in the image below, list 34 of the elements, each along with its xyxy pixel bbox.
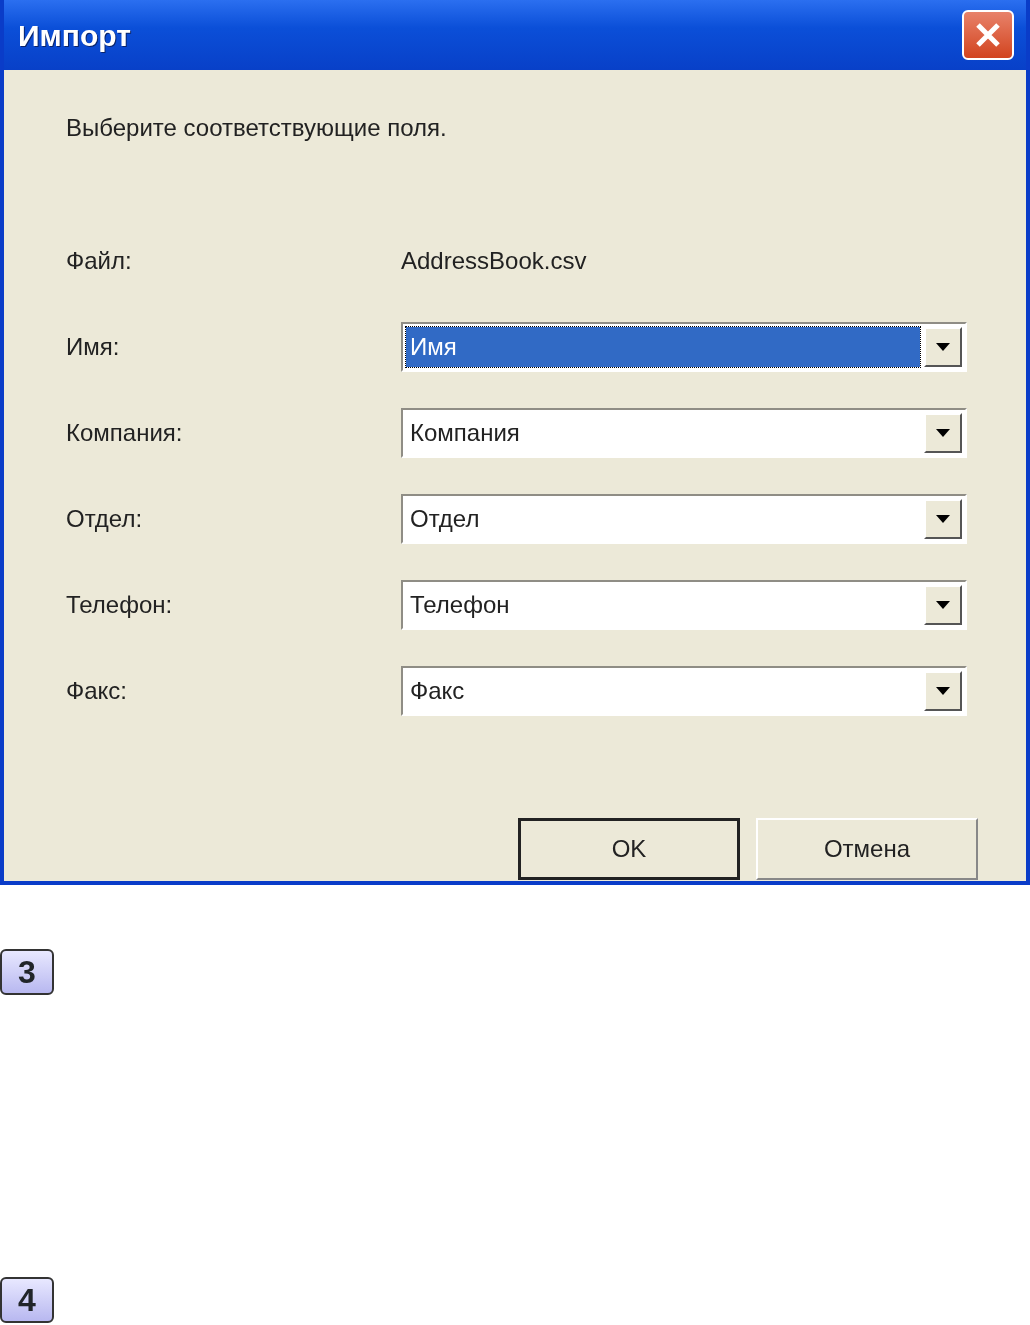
dropdown-value: Факс <box>410 676 465 706</box>
caret-icon <box>936 343 950 351</box>
dropdown-field[interactable]: Отдел <box>401 494 967 544</box>
dropdown-field[interactable]: Компания <box>401 408 967 458</box>
ok-button[interactable]: OK <box>518 818 740 880</box>
dropdown-field[interactable]: Телефон <box>401 580 967 630</box>
dropdown-value: Имя <box>410 332 457 362</box>
field-label: Факс: <box>66 677 128 704</box>
dropdown-arrow-button[interactable] <box>924 671 962 711</box>
caret-icon <box>936 601 950 609</box>
window-title: Импорт <box>18 17 131 54</box>
dropdown-value: Отдел <box>410 504 480 534</box>
dropdown-arrow-button[interactable] <box>924 327 962 367</box>
dropdown-arrow-button[interactable] <box>924 585 962 625</box>
caret-icon <box>936 515 950 523</box>
caret-icon <box>936 687 950 695</box>
dropdown-value: Компания <box>410 418 520 448</box>
field-label: Отдел: <box>66 505 143 532</box>
dropdown-value: Телефон <box>410 590 510 620</box>
field-label: Телефон: <box>66 591 173 618</box>
dropdown-arrow-button[interactable] <box>924 499 962 539</box>
instruction-text: Выберите соответствующие поля. <box>66 113 447 143</box>
file-name: AddressBook.csv <box>401 246 587 276</box>
dropdown-field[interactable]: Факс <box>401 666 967 716</box>
dropdown-arrow-button[interactable] <box>924 413 962 453</box>
caret-icon <box>936 429 950 437</box>
cancel-button[interactable]: Отмена <box>756 818 978 880</box>
field-label: Файл: <box>66 247 132 274</box>
step-number: 3 <box>0 949 54 995</box>
field-label: Компания: <box>66 419 183 446</box>
step-number: 4 <box>0 1277 54 1323</box>
close-button[interactable] <box>962 10 1014 60</box>
dropdown-field[interactable]: Имя <box>401 322 967 372</box>
field-label: Имя: <box>66 333 120 360</box>
